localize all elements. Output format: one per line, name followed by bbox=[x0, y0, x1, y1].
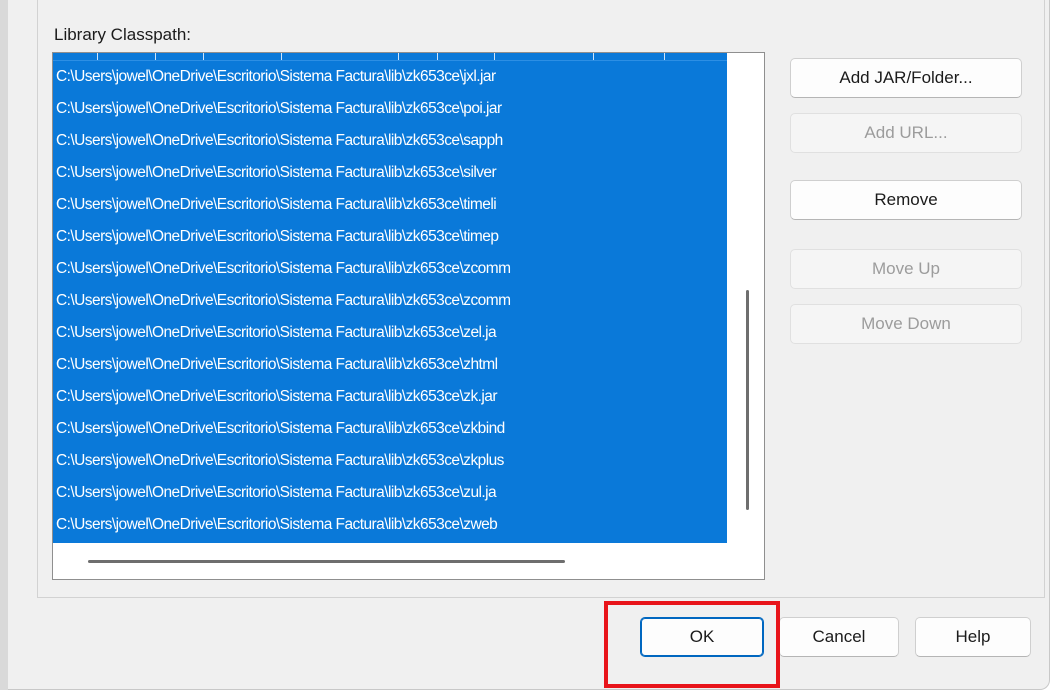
classpath-entry[interactable]: C:\Users\jowel\OneDrive\Escritorio\Siste… bbox=[56, 349, 727, 380]
help-button[interactable]: Help bbox=[915, 617, 1031, 657]
dialog-left-edge bbox=[0, 0, 8, 690]
vertical-scrollbar-thumb[interactable] bbox=[746, 290, 749, 510]
classpath-entry[interactable]: C:\Users\jowel\OneDrive\Escritorio\Siste… bbox=[56, 221, 727, 252]
add-url-button[interactable]: Add URL... bbox=[790, 113, 1022, 153]
partially-visible-row[interactable] bbox=[53, 53, 727, 61]
classpath-entry[interactable]: C:\Users\jowel\OneDrive\Escritorio\Siste… bbox=[56, 445, 727, 476]
classpath-entry[interactable]: C:\Users\jowel\OneDrive\Escritorio\Siste… bbox=[56, 413, 727, 444]
list-selection-area: C:\Users\jowel\OneDrive\Escritorio\Siste… bbox=[53, 53, 727, 543]
move-up-button[interactable]: Move Up bbox=[790, 249, 1022, 289]
project-properties-dialog: Library Classpath: C:\Users\jowel\OneDri… bbox=[0, 0, 1050, 690]
classpath-entry[interactable]: C:\Users\jowel\OneDrive\Escritorio\Siste… bbox=[56, 381, 727, 412]
classpath-entry[interactable]: C:\Users\jowel\OneDrive\Escritorio\Siste… bbox=[56, 285, 727, 316]
add-jar-folder-button[interactable]: Add JAR/Folder... bbox=[790, 58, 1022, 98]
ok-button[interactable]: OK bbox=[640, 617, 764, 657]
move-down-button[interactable]: Move Down bbox=[790, 304, 1022, 344]
classpath-entry[interactable]: C:\Users\jowel\OneDrive\Escritorio\Siste… bbox=[56, 477, 727, 508]
classpath-entry[interactable]: C:\Users\jowel\OneDrive\Escritorio\Siste… bbox=[56, 93, 727, 124]
remove-button[interactable]: Remove bbox=[790, 180, 1022, 220]
classpath-entry[interactable]: C:\Users\jowel\OneDrive\Escritorio\Siste… bbox=[56, 317, 727, 348]
classpath-entry[interactable]: C:\Users\jowel\OneDrive\Escritorio\Siste… bbox=[56, 253, 727, 284]
classpath-entry[interactable]: C:\Users\jowel\OneDrive\Escritorio\Siste… bbox=[56, 189, 727, 220]
library-classpath-label: Library Classpath: bbox=[54, 25, 192, 44]
classpath-entry[interactable]: C:\Users\jowel\OneDrive\Escritorio\Siste… bbox=[56, 125, 727, 156]
horizontal-scrollbar-thumb[interactable] bbox=[88, 560, 565, 563]
classpath-entry[interactable]: C:\Users\jowel\OneDrive\Escritorio\Siste… bbox=[56, 509, 727, 540]
classpath-entry[interactable]: C:\Users\jowel\OneDrive\Escritorio\Siste… bbox=[56, 157, 727, 188]
classpath-entry[interactable]: C:\Users\jowel\OneDrive\Escritorio\Siste… bbox=[56, 61, 727, 92]
library-classpath-list[interactable]: C:\Users\jowel\OneDrive\Escritorio\Siste… bbox=[52, 52, 765, 580]
cancel-button[interactable]: Cancel bbox=[779, 617, 899, 657]
